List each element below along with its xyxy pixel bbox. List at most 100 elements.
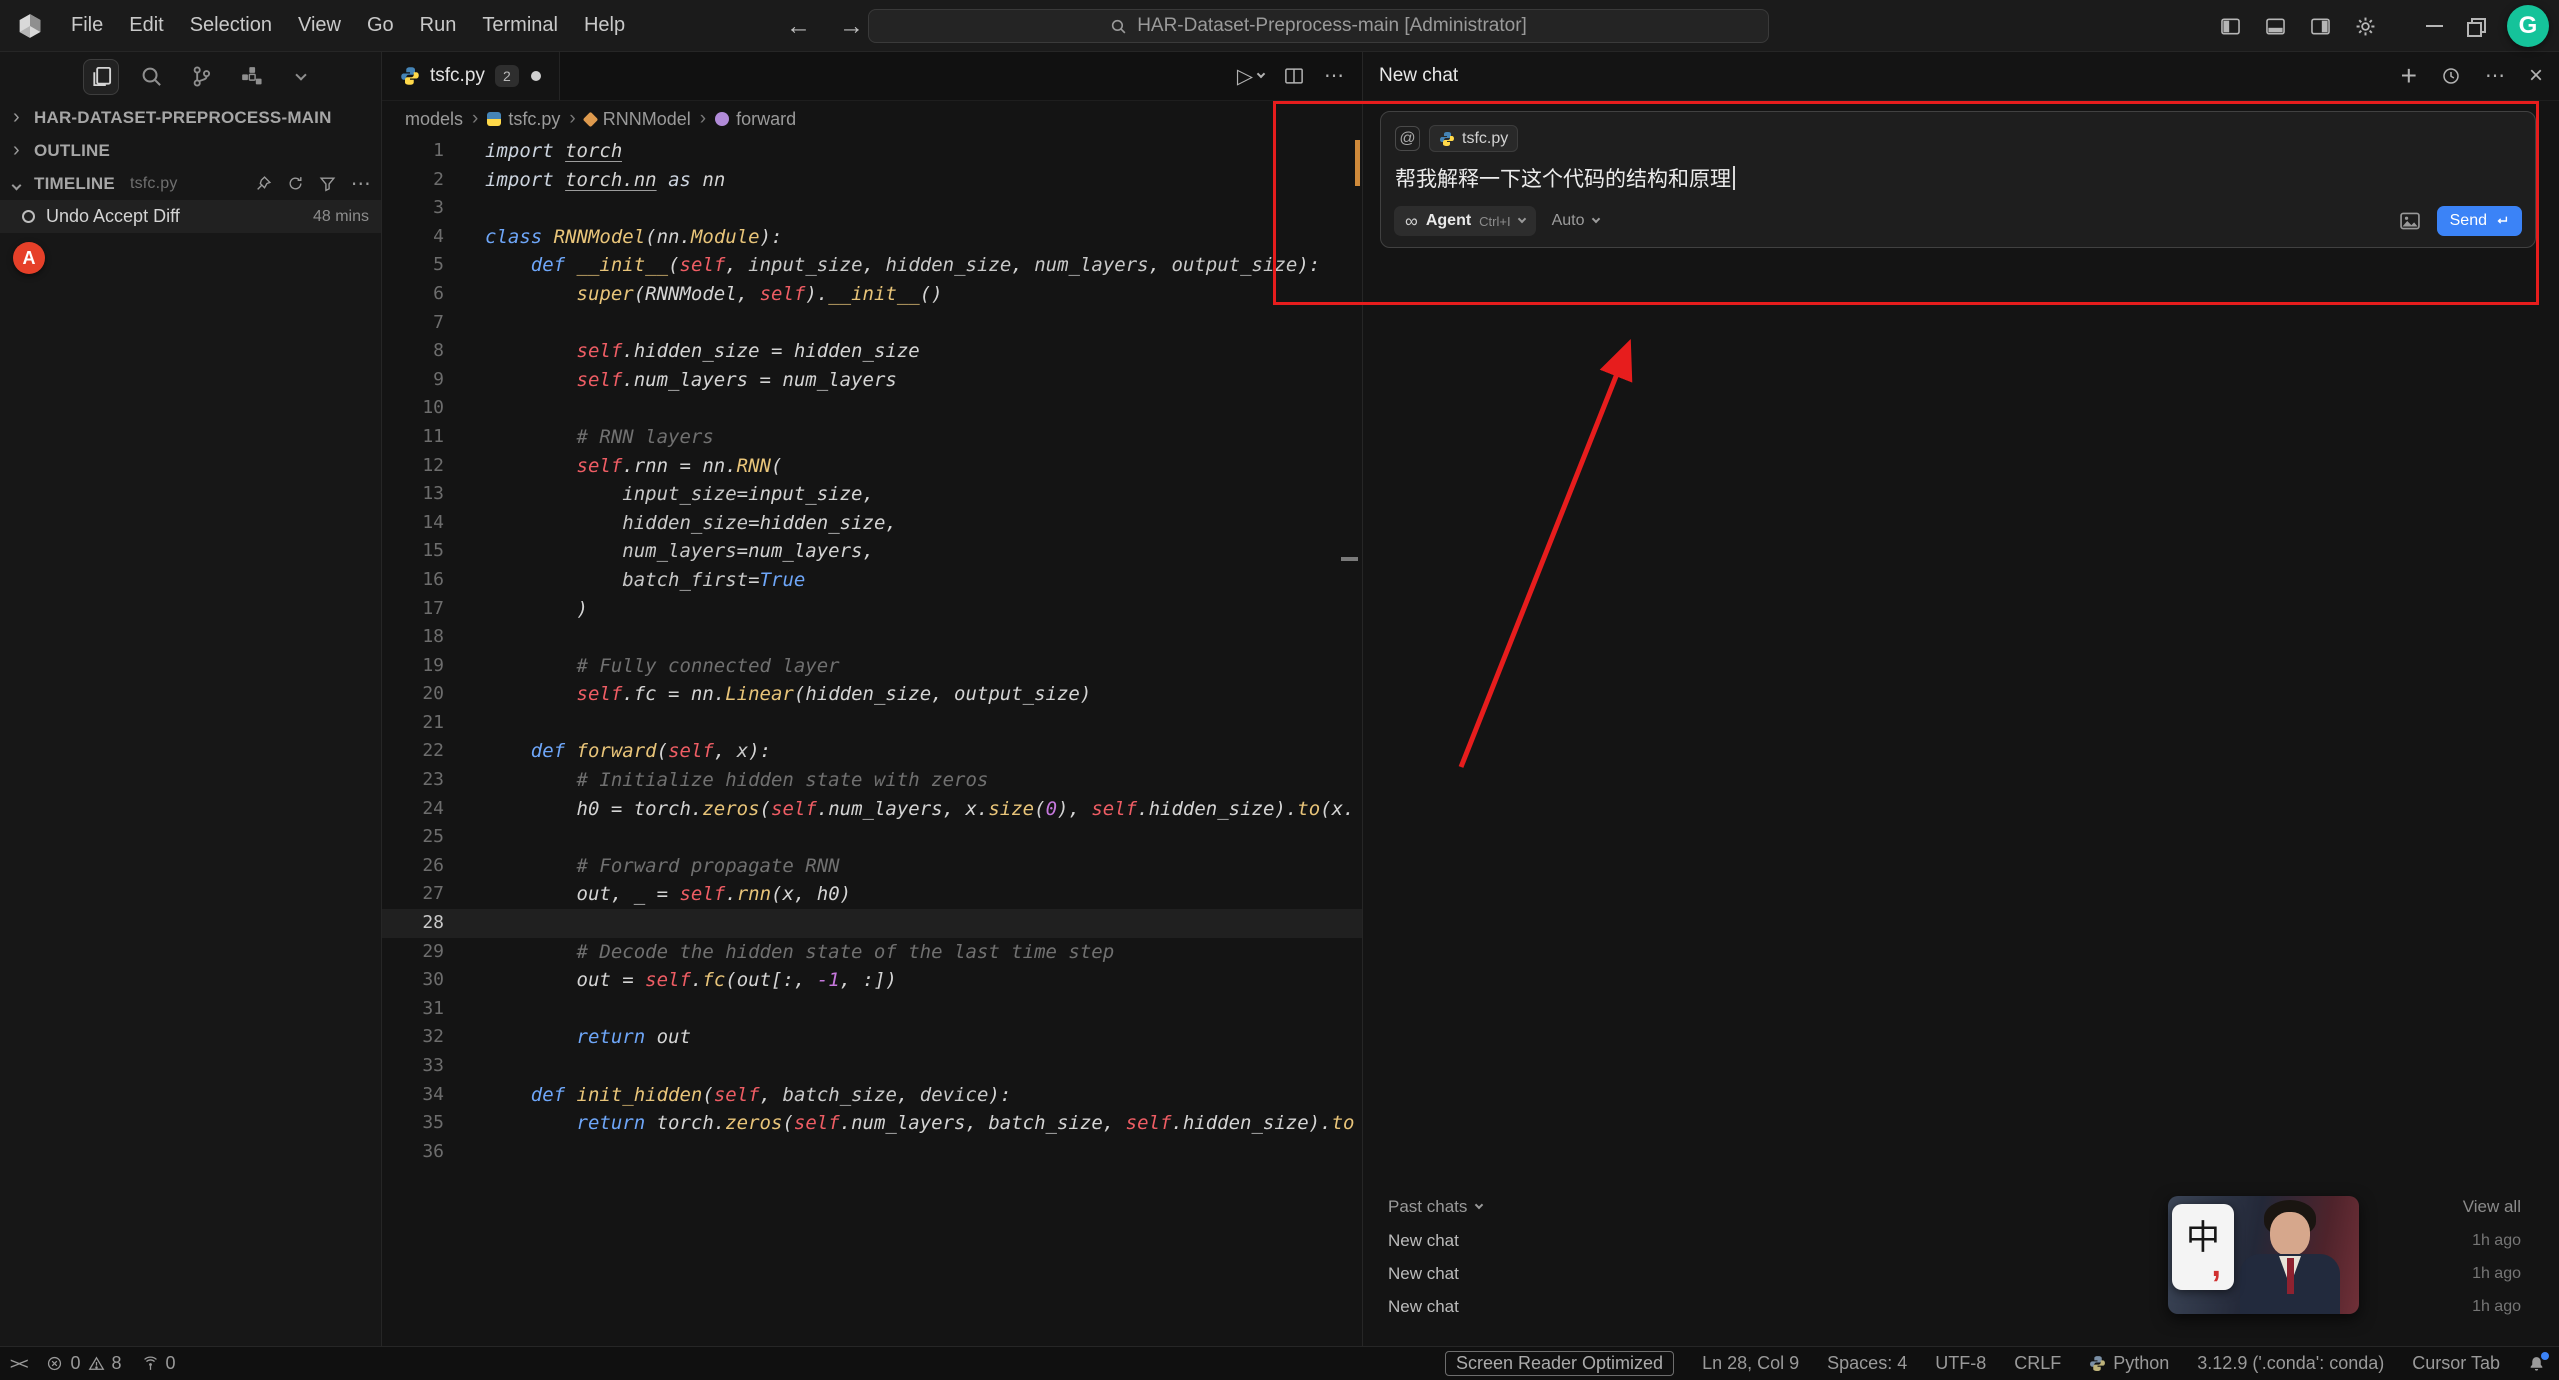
code-line[interactable]: 29 # Decode the hidden state of the last… bbox=[382, 938, 1362, 967]
line-number[interactable]: 30 bbox=[382, 966, 444, 995]
more-actions-icon[interactable]: ⋯ bbox=[351, 179, 371, 189]
split-editor-icon[interactable] bbox=[1284, 66, 1304, 86]
line-number[interactable]: 32 bbox=[382, 1023, 444, 1052]
breadcrumb-item[interactable]: tsfc.py bbox=[487, 109, 560, 130]
line-number[interactable]: 19 bbox=[382, 652, 444, 681]
code-line[interactable]: 4class RNNModel(nn.Module): bbox=[382, 223, 1362, 252]
code-line[interactable]: 5 def __init__(self, input_size, hidden_… bbox=[382, 251, 1362, 280]
breadcrumb-item[interactable]: models bbox=[405, 109, 463, 130]
explorer-icon[interactable] bbox=[83, 59, 119, 95]
menu-item-help[interactable]: Help bbox=[571, 9, 638, 42]
line-number[interactable]: 14 bbox=[382, 509, 444, 538]
line-number[interactable]: 31 bbox=[382, 995, 444, 1024]
section-explorer-project[interactable]: › HAR-DATASET-PREPROCESS-MAIN bbox=[0, 101, 381, 134]
line-number[interactable]: 4 bbox=[382, 223, 444, 252]
line-number[interactable]: 2 bbox=[382, 166, 444, 195]
close-panel-icon[interactable]: × bbox=[2529, 62, 2543, 90]
code-line[interactable]: 26 # Forward propagate RNN bbox=[382, 852, 1362, 881]
code-line[interactable]: 27 out, _ = self.rnn(x, h0) bbox=[382, 880, 1362, 909]
breadcrumb-item[interactable]: RNNModel bbox=[585, 109, 691, 130]
code-line[interactable]: 20 self.fc = nn.Linear(hidden_size, outp… bbox=[382, 680, 1362, 709]
search-sidebar-icon[interactable] bbox=[133, 59, 169, 95]
code-line[interactable]: 22 def forward(self, x): bbox=[382, 737, 1362, 766]
code-line[interactable]: 12 self.rnn = nn.RNN( bbox=[382, 452, 1362, 481]
agent-mode-selector[interactable]: ∞ Agent Ctrl+I bbox=[1394, 206, 1536, 236]
forward-icon[interactable]: → bbox=[839, 12, 864, 41]
run-python-button[interactable]: ▷ bbox=[1237, 64, 1264, 89]
cursor-position[interactable]: Ln 28, Col 9 bbox=[1702, 1353, 1799, 1374]
eol-sequence[interactable]: CRLF bbox=[2014, 1353, 2061, 1374]
line-number[interactable]: 21 bbox=[382, 709, 444, 738]
model-selector[interactable]: Auto bbox=[1552, 212, 1599, 230]
remote-indicator-icon[interactable]: >< bbox=[10, 1354, 26, 1374]
line-number[interactable]: 33 bbox=[382, 1052, 444, 1081]
line-number[interactable]: 17 bbox=[382, 595, 444, 624]
view-all-link[interactable]: View all bbox=[2463, 1197, 2521, 1217]
command-center-search[interactable]: HAR-Dataset-Preprocess-main [Administrat… bbox=[868, 9, 1769, 43]
line-number[interactable]: 28 bbox=[382, 909, 444, 938]
menu-item-go[interactable]: Go bbox=[354, 9, 407, 42]
code-line[interactable]: 15 num_layers=num_layers, bbox=[382, 537, 1362, 566]
cursor-tab-toggle[interactable]: Cursor Tab bbox=[2412, 1353, 2500, 1374]
context-file-chip[interactable]: tsfc.py bbox=[1429, 125, 1518, 152]
unsaved-dot-icon[interactable] bbox=[531, 71, 541, 81]
grammarly-icon[interactable]: G bbox=[2507, 5, 2549, 47]
problems-indicator[interactable]: 0 8 bbox=[46, 1353, 121, 1374]
menu-item-edit[interactable]: Edit bbox=[116, 9, 176, 42]
code-line[interactable]: 30 out = self.fc(out[:, -1, :]) bbox=[382, 966, 1362, 995]
line-number[interactable]: 1 bbox=[382, 137, 444, 166]
chat-more-icon[interactable]: ⋯ bbox=[2485, 71, 2505, 81]
past-chats-toggle[interactable]: Past chats bbox=[1388, 1197, 1482, 1217]
line-number[interactable]: 27 bbox=[382, 880, 444, 909]
line-number[interactable]: 8 bbox=[382, 337, 444, 366]
code-line[interactable]: 2import torch.nn as nn bbox=[382, 166, 1362, 195]
line-number[interactable]: 25 bbox=[382, 823, 444, 852]
menu-item-view[interactable]: View bbox=[285, 9, 354, 42]
more-views-icon[interactable] bbox=[283, 59, 319, 95]
code-line[interactable]: 35 return torch.zeros(self.num_layers, b… bbox=[382, 1109, 1362, 1138]
line-number[interactable]: 22 bbox=[382, 737, 444, 766]
ime-indicator[interactable]: 中 , bbox=[2172, 1204, 2234, 1290]
screen-reader-mode[interactable]: Screen Reader Optimized bbox=[1445, 1351, 1674, 1376]
line-number[interactable]: 13 bbox=[382, 480, 444, 509]
line-number[interactable]: 10 bbox=[382, 394, 444, 423]
line-number[interactable]: 15 bbox=[382, 537, 444, 566]
tab-tsfc-py[interactable]: tsfc.py 2 bbox=[382, 52, 560, 100]
code-line[interactable]: 32 return out bbox=[382, 1023, 1362, 1052]
code-line[interactable]: 23 # Initialize hidden state with zeros bbox=[382, 766, 1362, 795]
code-line[interactable]: 18 bbox=[382, 623, 1362, 652]
breadcrumb-item[interactable]: forward bbox=[715, 109, 796, 130]
code-line[interactable]: 36 bbox=[382, 1138, 1362, 1167]
filter-icon[interactable] bbox=[319, 175, 336, 192]
timeline-entry-undo-accept-diff[interactable]: Undo Accept Diff 48 mins bbox=[0, 200, 381, 233]
language-mode[interactable]: Python bbox=[2089, 1353, 2169, 1374]
new-chat-icon[interactable]: + bbox=[2401, 66, 2417, 86]
code-line[interactable]: 1import torch bbox=[382, 137, 1362, 166]
menu-item-run[interactable]: Run bbox=[407, 9, 470, 42]
code-line[interactable]: 21 bbox=[382, 709, 1362, 738]
section-outline[interactable]: › OUTLINE bbox=[0, 134, 381, 167]
toggle-sidebar-icon[interactable] bbox=[2220, 16, 2241, 37]
code-area[interactable]: 1import torch2import torch.nn as nn34cla… bbox=[382, 137, 1362, 1346]
minimize-button[interactable] bbox=[2426, 25, 2443, 27]
chat-history-icon[interactable] bbox=[2441, 66, 2461, 86]
encoding[interactable]: UTF-8 bbox=[1935, 1353, 1986, 1374]
line-number[interactable]: 16 bbox=[382, 566, 444, 595]
chat-input-card[interactable]: @ tsfc.py 帮我解释一下这个代码的结构和原理 ∞ Agen bbox=[1380, 111, 2536, 248]
code-line[interactable]: 13 input_size=input_size, bbox=[382, 480, 1362, 509]
code-line[interactable]: 34 def init_hidden(self, batch_size, dev… bbox=[382, 1081, 1362, 1110]
extensions-icon[interactable] bbox=[233, 59, 269, 95]
line-number[interactable]: 20 bbox=[382, 680, 444, 709]
extension-badge-icon[interactable]: A bbox=[13, 242, 45, 274]
line-number[interactable]: 3 bbox=[382, 194, 444, 223]
line-number[interactable]: 29 bbox=[382, 938, 444, 967]
line-number[interactable]: 5 bbox=[382, 251, 444, 280]
add-context-button[interactable]: @ bbox=[1395, 126, 1420, 151]
line-number[interactable]: 18 bbox=[382, 623, 444, 652]
line-number[interactable]: 11 bbox=[382, 423, 444, 452]
line-number[interactable]: 12 bbox=[382, 452, 444, 481]
code-line[interactable]: 25 bbox=[382, 823, 1362, 852]
code-line[interactable]: 6 super(RNNModel, self).__init__() bbox=[382, 280, 1362, 309]
line-number[interactable]: 26 bbox=[382, 852, 444, 881]
code-line[interactable]: 31 bbox=[382, 995, 1362, 1024]
